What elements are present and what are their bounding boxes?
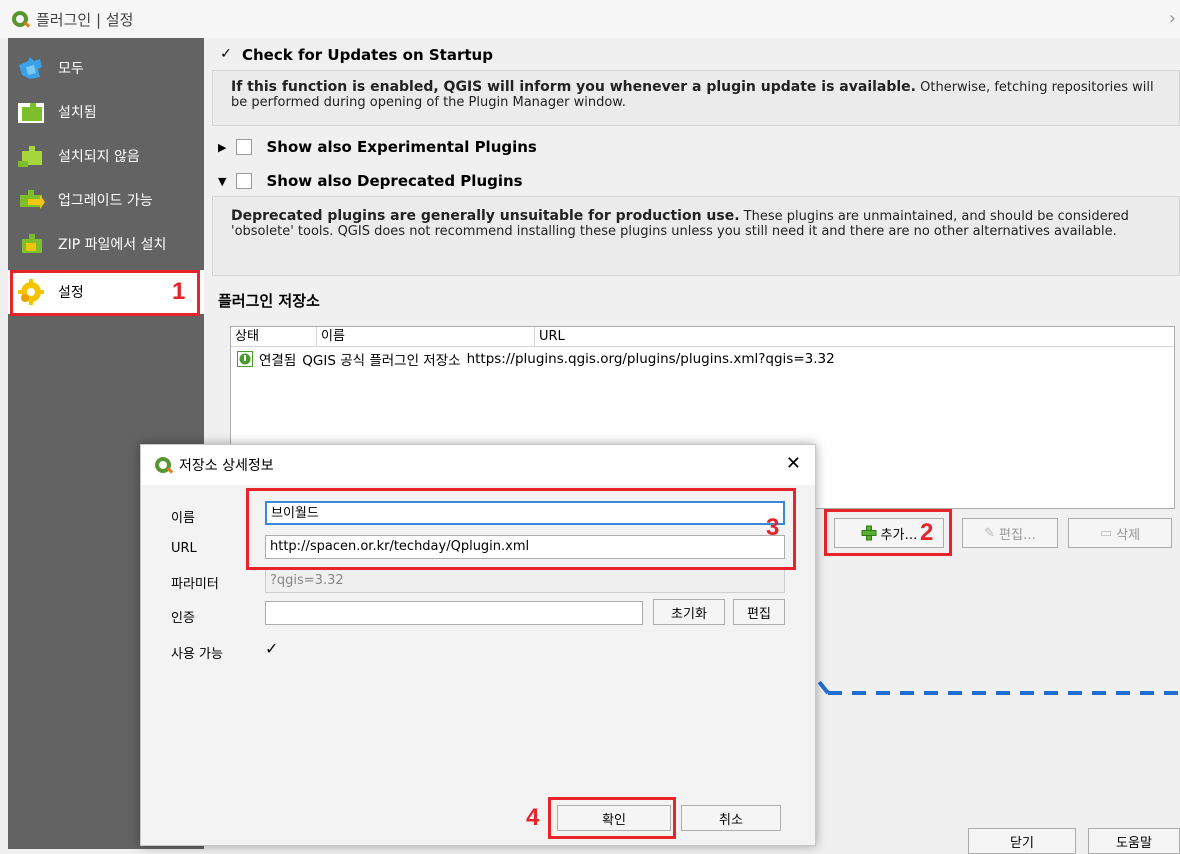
sidebar-item-label: 업그레이드 가능 <box>58 193 153 209</box>
reset-button-label: 초기화 <box>671 606 707 622</box>
enabled-checkbox[interactable]: ✓ <box>265 639 278 658</box>
help-button[interactable]: 도움말 <box>1088 828 1180 854</box>
close-button[interactable]: 닫기 <box>968 828 1076 854</box>
window-titlebar: 플러그인 | 설정 › <box>0 0 1180 38</box>
col-name[interactable]: 이름 <box>317 327 535 346</box>
experimental-checkbox[interactable] <box>236 139 253 155</box>
edit-repository-button[interactable]: ✎ 편집… <box>962 518 1058 548</box>
dialog-title: 저장소 상세정보 <box>179 458 274 474</box>
window-title: 플러그인 | 설정 <box>36 10 134 29</box>
url-label: URL <box>171 541 197 556</box>
step-number-4: 4 <box>526 804 540 831</box>
dialog-titlebar: 저장소 상세정보 ✕ <box>141 445 815 485</box>
deprecated-desc-bold: Deprecated plugins are generally unsuita… <box>231 208 740 224</box>
col-url[interactable]: URL <box>535 327 1174 346</box>
table-row[interactable]: 연결됨 QGIS 공식 플러그인 저장소 https://plugins.qgi… <box>231 347 1174 371</box>
sidebar-item-install-zip[interactable]: ZIP 파일에서 설치 <box>8 222 204 266</box>
deprecated-description: Deprecated plugins are generally unsuita… <box>212 196 1180 276</box>
step-number-1: 1 <box>172 278 186 305</box>
edit-button-label: 편집… <box>998 527 1036 543</box>
parameter-input[interactable]: ?qgis=3.32 <box>265 569 785 593</box>
updates-desc-bold: If this function is enabled, QGIS will i… <box>231 79 916 95</box>
auth-input[interactable] <box>265 601 643 625</box>
edit-pencil-icon: ✎ <box>984 525 995 541</box>
deprecated-label: Show also Deprecated Plugins <box>266 172 523 190</box>
sidebar-item-upgradeable[interactable]: 업그레이드 가능 <box>8 178 204 222</box>
cancel-button[interactable]: 취소 <box>681 805 781 831</box>
row-name: QGIS 공식 플러그인 저장소 <box>302 353 461 369</box>
highlight-box-name-url <box>246 488 796 570</box>
sidebar-item-installed[interactable]: 설치됨 <box>8 90 204 134</box>
puzzle-not-installed-icon <box>18 146 42 167</box>
cancel-button-label: 취소 <box>719 812 743 828</box>
check-updates-checkbox[interactable]: ✓ <box>218 47 234 63</box>
parameter-label: 파라미터 <box>171 577 219 592</box>
expand-arrow-icon[interactable]: ▶ <box>218 141 226 154</box>
qgis-logo-icon <box>155 457 171 473</box>
sidebar-item-label: 설치되지 않음 <box>58 149 140 165</box>
sidebar-item-label: 설치됨 <box>58 105 97 121</box>
enabled-label: 사용 가능 <box>171 647 223 662</box>
experimental-row: ▶ Show also Experimental Plugins <box>218 138 537 156</box>
table-header: 상태 이름 URL <box>231 327 1174 347</box>
highlight-box-ok <box>548 797 676 839</box>
sidebar-item-not-installed[interactable]: 설치되지 않음 <box>8 134 204 178</box>
updates-description: If this function is enabled, QGIS will i… <box>212 70 1180 126</box>
deprecated-row: ▼ Show also Deprecated Plugins <box>218 172 523 190</box>
experimental-label: Show also Experimental Plugins <box>266 138 537 156</box>
row-url: https://plugins.qgis.org/plugins/plugins… <box>466 351 835 367</box>
qgis-logo-icon <box>12 11 28 27</box>
deprecated-checkbox[interactable] <box>236 173 253 189</box>
auth-label: 인증 <box>171 611 195 626</box>
row-status: 연결됨 <box>259 353 297 369</box>
delete-repository-button[interactable]: ▭ 삭제 <box>1068 518 1172 548</box>
puzzle-installed-icon <box>18 103 44 123</box>
delete-button-label: 삭제 <box>1116 527 1141 543</box>
step-number-3: 3 <box>766 514 780 541</box>
close-button-label: 닫기 <box>1010 835 1034 851</box>
sidebar-item-all[interactable]: 모두 <box>8 46 204 90</box>
puzzle-zip-icon <box>22 234 42 253</box>
window-close-icon[interactable]: › <box>1169 8 1176 29</box>
repositories-section-title: 플러그인 저장소 <box>218 292 320 310</box>
sidebar-item-label: 모두 <box>58 61 84 77</box>
delete-icon: ▭ <box>1099 525 1113 541</box>
auth-reset-button[interactable]: 초기화 <box>653 599 725 625</box>
puzzle-upgrade-icon <box>20 190 45 209</box>
check-updates-row: ✓ Check for Updates on Startup <box>218 46 493 64</box>
check-updates-label: Check for Updates on Startup <box>242 46 493 64</box>
auth-edit-button[interactable]: 편집 <box>733 599 785 625</box>
auth-edit-button-label: 편집 <box>747 606 771 622</box>
connected-status-icon <box>237 351 253 367</box>
dialog-close-icon[interactable]: ✕ <box>786 453 801 474</box>
col-status[interactable]: 상태 <box>231 327 317 346</box>
name-label: 이름 <box>171 511 195 526</box>
sidebar-item-label: ZIP 파일에서 설치 <box>58 237 167 253</box>
collapse-arrow-icon[interactable]: ▼ <box>218 175 226 188</box>
step-number-2: 2 <box>920 519 934 546</box>
puzzle-all-icon <box>19 57 42 79</box>
help-button-label: 도움말 <box>1116 835 1152 851</box>
